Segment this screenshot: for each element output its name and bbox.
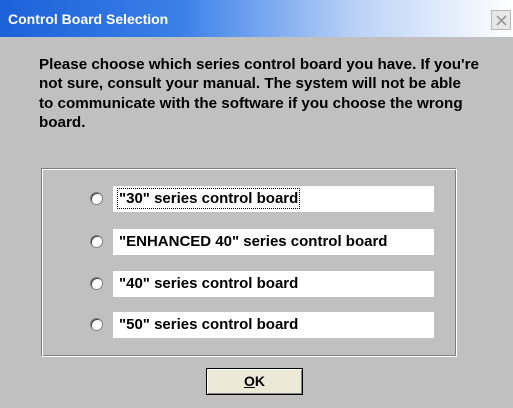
close-icon — [496, 15, 507, 26]
option-label-30: "30" series control board — [116, 188, 301, 209]
instruction-text: Please choose which series control board… — [39, 56, 479, 132]
ok-mnemonic: O — [243, 373, 255, 389]
option-50-series[interactable]: "50" series control board — [90, 312, 434, 338]
option-label-enhanced-40: "ENHANCED 40" series control board — [119, 233, 388, 250]
option-label-50: "50" series control board — [119, 316, 299, 333]
option-30-series[interactable]: "30" series control board — [90, 186, 434, 212]
title-bar[interactable]: Control Board Selection — [0, 0, 513, 37]
radio-button-enhanced-40[interactable] — [90, 235, 103, 248]
radio-button-30[interactable] — [90, 192, 103, 205]
option-label-40: "40" series control board — [119, 275, 299, 292]
ok-label-rest: K — [254, 373, 265, 389]
radio-button-40[interactable] — [90, 277, 103, 290]
ok-button[interactable]: OK — [206, 368, 303, 395]
radio-button-50[interactable] — [90, 318, 103, 331]
close-button[interactable] — [491, 10, 511, 30]
dialog-window: Control Board Selection Please choose wh… — [0, 0, 513, 408]
window-title: Control Board Selection — [8, 11, 169, 27]
option-40-series[interactable]: "40" series control board — [90, 271, 434, 297]
option-enhanced-40-series[interactable]: "ENHANCED 40" series control board — [90, 229, 434, 255]
